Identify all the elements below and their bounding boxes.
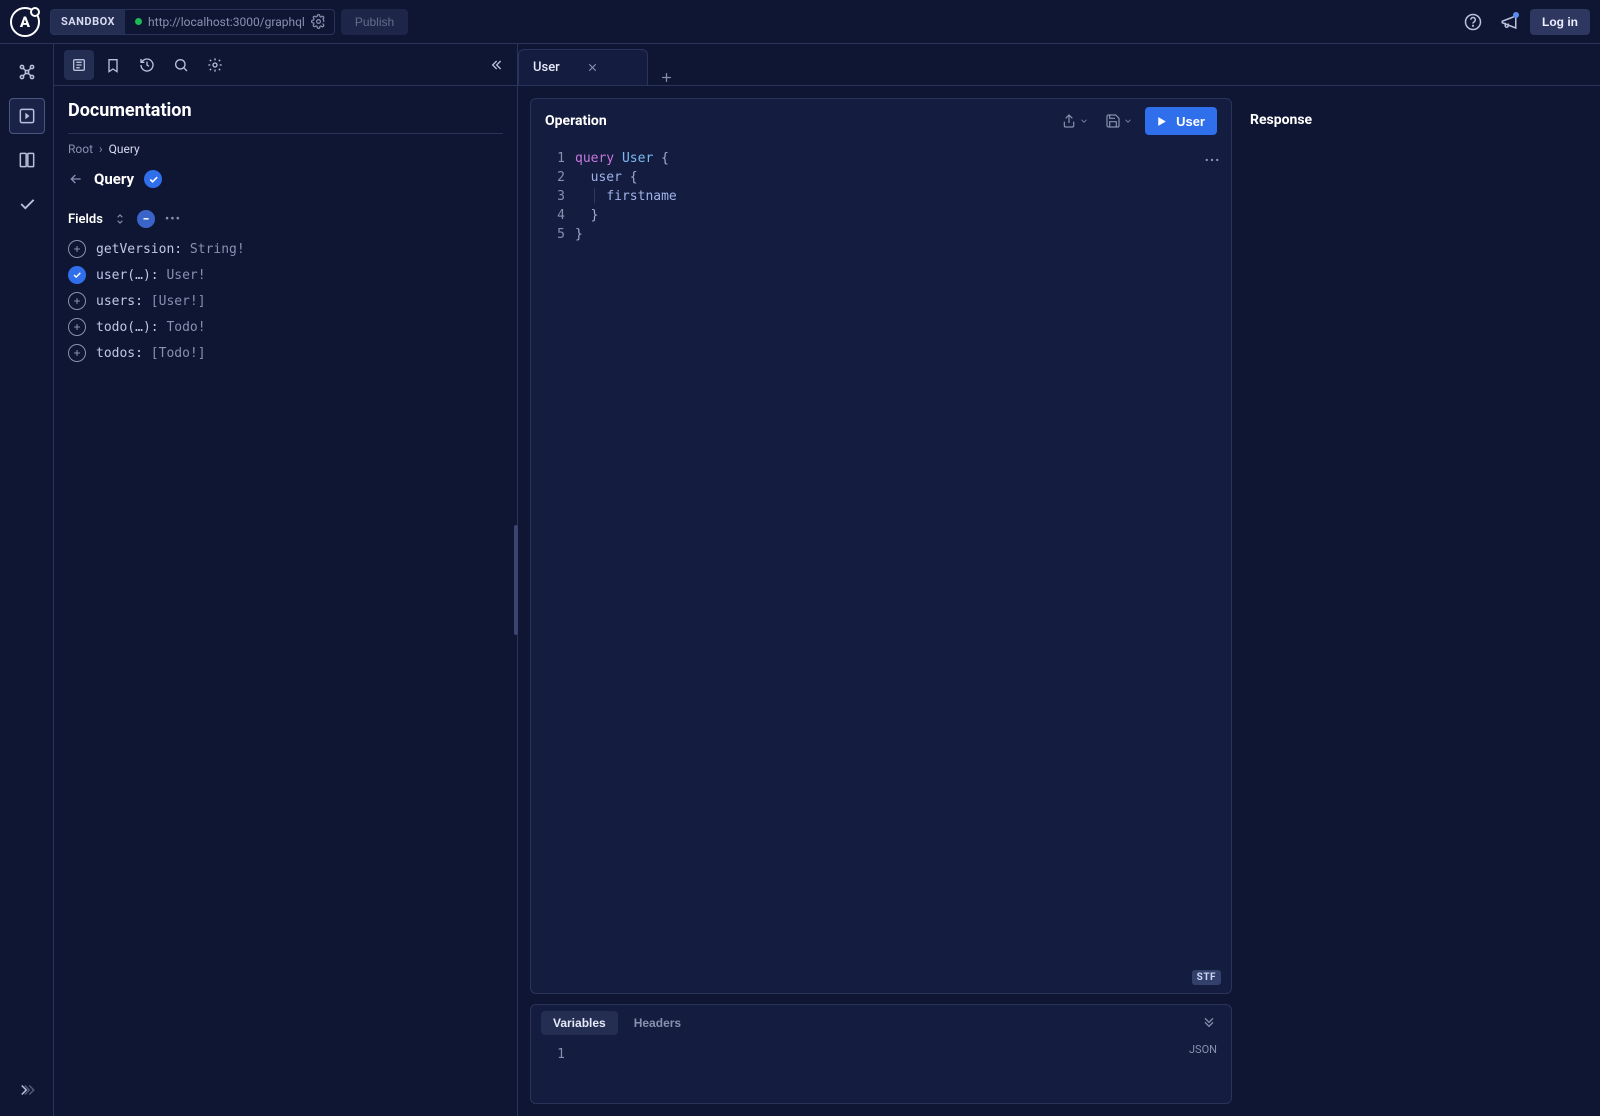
- chevron-right-icon: ›: [99, 142, 103, 156]
- field-row[interactable]: todos: [Todo!]: [68, 344, 503, 362]
- endpoint-url[interactable]: http://localhost:3000/graphql: [125, 10, 334, 34]
- field-add-icon[interactable]: [68, 318, 86, 336]
- rail-checks-icon[interactable]: [9, 186, 45, 222]
- doc-title: Documentation: [68, 100, 503, 121]
- field-signature: users: [User!]: [96, 294, 206, 309]
- divider: [68, 133, 503, 134]
- back-arrow-icon[interactable]: [68, 171, 84, 187]
- endpoint-settings-icon[interactable]: [311, 14, 326, 29]
- breadcrumb-root[interactable]: Root: [68, 142, 93, 156]
- field-add-icon[interactable]: [68, 292, 86, 310]
- login-button[interactable]: Log in: [1530, 9, 1590, 35]
- operation-panel: Operation User: [530, 98, 1232, 994]
- save-collection-icon[interactable]: [1101, 109, 1137, 133]
- remove-all-fields-icon[interactable]: −: [137, 210, 155, 228]
- fields-more-icon[interactable]: •••: [165, 212, 181, 227]
- type-selected-badge-icon[interactable]: [144, 170, 162, 188]
- doc-tab-history-icon[interactable]: [132, 50, 162, 80]
- tab-user[interactable]: User: [518, 49, 648, 85]
- documentation-sidebar: Documentation Root › Query Query Fields: [54, 44, 518, 1116]
- rail-expand-icon[interactable]: [9, 1072, 45, 1108]
- fields-heading: Fields: [68, 212, 103, 227]
- top-bar: A SANDBOX http://localhost:3000/graphql …: [0, 0, 1600, 44]
- breadcrumb-current: Query: [109, 142, 140, 156]
- run-button[interactable]: User: [1145, 107, 1217, 135]
- operation-editor[interactable]: 12345 query User { user { │ firstname }}…: [531, 143, 1231, 993]
- line-number: 1: [531, 1045, 565, 1064]
- run-button-label: User: [1176, 114, 1205, 129]
- endpoint-url-text: http://localhost:3000/graphql: [148, 15, 305, 29]
- rail-schema-icon[interactable]: [9, 54, 45, 90]
- help-icon[interactable]: [1458, 7, 1488, 37]
- notification-dot-icon: [1513, 12, 1519, 18]
- doc-toolbar: [54, 44, 517, 86]
- doc-tab-settings-icon[interactable]: [200, 50, 230, 80]
- response-pane: Response: [1244, 86, 1600, 1116]
- resize-handle[interactable]: [514, 525, 518, 635]
- field-signature: todos: [Todo!]: [96, 346, 206, 361]
- collapse-variables-icon[interactable]: [1197, 1011, 1221, 1035]
- tab-label: User: [533, 60, 560, 75]
- sandbox-badge: SANDBOX: [51, 10, 125, 34]
- announcements-icon[interactable]: [1494, 7, 1524, 37]
- type-name: Query: [94, 170, 134, 188]
- variables-editor[interactable]: JSON 1: [531, 1041, 1231, 1103]
- share-icon[interactable]: [1057, 109, 1093, 133]
- sort-icon[interactable]: [113, 212, 127, 226]
- doc-tab-reference-icon[interactable]: [64, 50, 94, 80]
- add-tab-icon[interactable]: [648, 70, 684, 85]
- field-add-icon[interactable]: [68, 240, 86, 258]
- close-tab-icon[interactable]: [586, 61, 599, 74]
- operation-title: Operation: [545, 113, 1049, 129]
- field-signature: todo(…): Todo!: [96, 320, 206, 335]
- tab-strip: User: [518, 44, 1600, 86]
- breadcrumb: Root › Query: [68, 142, 503, 156]
- field-add-icon[interactable]: [68, 344, 86, 362]
- rail-diff-icon[interactable]: [9, 142, 45, 178]
- stf-badge[interactable]: STF: [1192, 970, 1221, 985]
- editor-menu-icon[interactable]: [1203, 151, 1221, 169]
- json-mode-badge[interactable]: JSON: [1189, 1043, 1221, 1056]
- variables-panel: Variables Headers JSON 1: [530, 1004, 1232, 1104]
- field-row[interactable]: users: [User!]: [68, 292, 503, 310]
- status-dot-icon: [135, 18, 142, 25]
- field-signature: user(…): User!: [96, 268, 206, 283]
- field-remove-icon[interactable]: [68, 266, 86, 284]
- tab-variables[interactable]: Variables: [541, 1011, 618, 1035]
- tab-headers[interactable]: Headers: [622, 1011, 693, 1035]
- rail-explorer-icon[interactable]: [9, 98, 45, 134]
- endpoint-chip: SANDBOX http://localhost:3000/graphql: [50, 9, 335, 35]
- publish-button[interactable]: Publish: [341, 9, 408, 35]
- response-title: Response: [1250, 112, 1312, 128]
- field-row[interactable]: getVersion: String!: [68, 240, 503, 258]
- field-list: getVersion: String! user(…): User! users: …: [68, 240, 503, 362]
- field-row[interactable]: user(…): User!: [68, 266, 503, 284]
- apollo-logo[interactable]: A: [10, 7, 40, 37]
- doc-tab-search-icon[interactable]: [166, 50, 196, 80]
- doc-tab-bookmark-icon[interactable]: [98, 50, 128, 80]
- field-row[interactable]: todo(…): Todo!: [68, 318, 503, 336]
- field-signature: getVersion: String!: [96, 242, 245, 257]
- nav-rail: [0, 44, 54, 1116]
- collapse-sidebar-icon[interactable]: [481, 50, 511, 80]
